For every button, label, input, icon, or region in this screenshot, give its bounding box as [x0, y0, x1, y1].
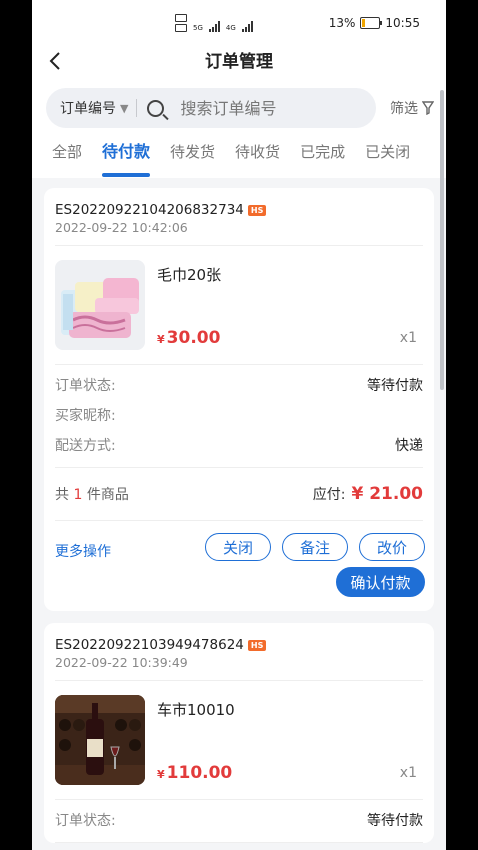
- product-quantity: x1: [399, 330, 417, 346]
- clock: 10:55: [385, 16, 420, 30]
- filter-button[interactable]: 筛选: [390, 98, 434, 118]
- status-label: 订单状态:: [55, 813, 116, 829]
- order-actions: 更多操作 关闭 备注 改价 确认付款: [55, 521, 425, 611]
- order-number: ES20220922103949478624: [55, 637, 244, 653]
- amount-due-value: ¥ 21.00: [351, 484, 423, 504]
- detail-row-status: 订单状态: 等待付款: [55, 806, 423, 836]
- order-number: ES20220922104206832734: [55, 202, 244, 218]
- buyer-label: 买家昵称:: [55, 408, 116, 424]
- product-row[interactable]: 车市10010 ¥110.00 x1: [55, 681, 423, 800]
- tab-completed[interactable]: 已完成: [300, 141, 345, 178]
- search-bar: 订单编号 ▼: [46, 88, 376, 128]
- scrollbar[interactable]: [440, 90, 444, 390]
- price-value: 30.00: [166, 328, 221, 348]
- product-price: ¥30.00: [157, 328, 220, 348]
- order-time: 2022-09-22 10:42:06: [55, 220, 188, 235]
- signal-icon-2: [241, 20, 253, 32]
- product-price: ¥110.00: [157, 763, 232, 783]
- app-screen: 5G 4G 13% 10:55 订单管理 订单编号 ▼ 搜索订单编号 筛选 全部…: [32, 0, 446, 850]
- signal-5g-label: 5G: [193, 24, 203, 32]
- signal-4g-label: 4G: [225, 24, 236, 32]
- product-quantity: x1: [399, 765, 417, 781]
- back-arrow-icon[interactable]: [46, 48, 66, 79]
- reprice-button[interactable]: 改价: [359, 533, 425, 561]
- order-header: ES20220922104206832734 HS 2022-09-22 10:…: [55, 188, 423, 246]
- battery-percent: 13%: [328, 16, 356, 30]
- delivery-value: 快递: [395, 438, 423, 454]
- status-value: 等待付款: [367, 378, 423, 394]
- search-type-select[interactable]: 订单编号: [60, 98, 116, 118]
- nav-bar: 订单管理: [32, 48, 446, 78]
- order-summary: 共 1 件商品 应付: ¥ 21.00: [55, 468, 423, 521]
- product-info: 毛巾20张 ¥30.00 x1: [157, 260, 423, 352]
- order-time: 2022-09-22 10:39:49: [55, 655, 188, 670]
- chevron-down-icon[interactable]: ▼: [120, 102, 128, 115]
- order-card[interactable]: ES20220922104206832734 HS 2022-09-22 10:…: [44, 188, 434, 611]
- status-right: 13% 10:55: [329, 16, 420, 30]
- order-card[interactable]: ES20220922103949478624 HS 2022-09-22 10:…: [44, 623, 434, 843]
- divider: [136, 99, 138, 117]
- search-icon: [147, 99, 165, 117]
- order-details: 订单状态: 等待付款 买家昵称: 配送方式: 快递: [55, 365, 423, 468]
- amount-due-label: 应付:: [312, 487, 346, 503]
- top-area: 5G 4G 13% 10:55 订单管理 订单编号 ▼ 搜索订单编号 筛选 全部…: [32, 0, 446, 178]
- order-header: ES20220922103949478624 HS 2022-09-22 10:…: [55, 623, 423, 681]
- page-title: 订单管理: [205, 52, 273, 72]
- source-badge: HS: [247, 639, 267, 651]
- tab-all[interactable]: 全部: [52, 141, 82, 178]
- order-list: ES20220922104206832734 HS 2022-09-22 10:…: [32, 178, 446, 843]
- filter-label: 筛选: [390, 101, 418, 117]
- search-input[interactable]: [178, 97, 363, 119]
- currency-symbol: ¥: [157, 768, 165, 781]
- product-image-wine: [55, 695, 145, 785]
- product-name: 车市10010: [157, 701, 235, 719]
- product-info: 车市10010 ¥110.00 x1: [157, 695, 423, 787]
- status-label: 订单状态:: [55, 378, 116, 394]
- order-number-row: ES20220922104206832734 HS: [55, 202, 423, 218]
- product-row[interactable]: 毛巾20张 ¥30.00 x1: [55, 246, 423, 365]
- tab-pending-receipt[interactable]: 待收货: [235, 141, 280, 178]
- product-image-towels: [55, 260, 145, 350]
- detail-row-buyer: 买家昵称:: [55, 401, 423, 431]
- close-order-button[interactable]: 关闭: [205, 533, 271, 561]
- signal-icon: [208, 20, 220, 32]
- sim-icon: [175, 14, 187, 32]
- tab-pending-payment[interactable]: 待付款: [102, 138, 151, 178]
- delivery-label: 配送方式:: [55, 438, 116, 454]
- more-actions-link[interactable]: 更多操作: [55, 541, 111, 561]
- tab-pending-shipment[interactable]: 待发货: [170, 141, 215, 178]
- search-row: 订单编号 ▼ 筛选: [32, 78, 446, 130]
- product-name: 毛巾20张: [157, 266, 222, 284]
- source-badge: HS: [247, 204, 267, 216]
- confirm-payment-button[interactable]: 确认付款: [336, 567, 425, 597]
- detail-row-delivery: 配送方式: 快递: [55, 431, 423, 461]
- tab-closed[interactable]: 已关闭: [365, 141, 410, 178]
- status-value: 等待付款: [367, 813, 423, 829]
- order-tabs: 全部 待付款 待发货 待收货 已完成 已关闭: [32, 130, 446, 178]
- amount-due: 应付: ¥ 21.00: [313, 484, 423, 504]
- network-indicators: 5G 4G: [175, 14, 253, 32]
- order-number-row: ES20220922103949478624 HS: [55, 637, 423, 653]
- detail-row-status: 订单状态: 等待付款: [55, 371, 423, 401]
- funnel-icon: [422, 101, 434, 115]
- note-button[interactable]: 备注: [282, 533, 348, 561]
- item-count: 共 1 件商品: [55, 487, 129, 503]
- currency-symbol: ¥: [157, 333, 165, 346]
- status-bar: 5G 4G 13% 10:55: [32, 0, 446, 48]
- order-details: 订单状态: 等待付款: [55, 800, 423, 843]
- price-value: 110.00: [166, 763, 233, 783]
- battery-icon: [360, 17, 383, 29]
